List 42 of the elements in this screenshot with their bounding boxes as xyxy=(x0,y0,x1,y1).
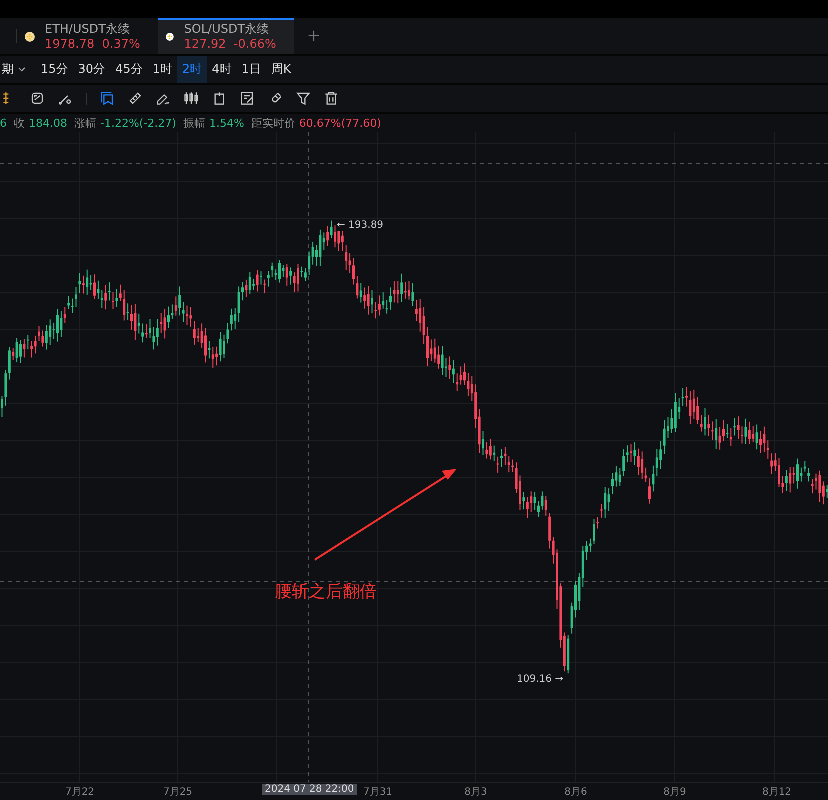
coin-icon xyxy=(25,32,35,42)
info-label: 距实时价 xyxy=(251,116,296,130)
period-dropdown[interactable]: 期 xyxy=(2,61,26,78)
trash-tool-icon[interactable] xyxy=(324,91,339,106)
interval-tab[interactable]: 30分 xyxy=(73,56,111,83)
date-label: 7月22 xyxy=(64,786,96,799)
interval-tab[interactable]: 45分 xyxy=(110,56,148,83)
annotation-text: 腰斩之后翻倍 xyxy=(275,581,377,603)
high-price-label: ← 193.89 xyxy=(336,220,385,231)
low-price-label: 109.16 → xyxy=(517,674,564,685)
date-label: 8月6 xyxy=(564,786,588,799)
crosshair-time-label: 2024 07 28 22:00 xyxy=(262,784,358,795)
date-label: 7月31 xyxy=(362,786,394,799)
date-label: 8月9 xyxy=(662,786,688,799)
date-label: 8月12 xyxy=(761,786,793,799)
date-label: 7月25 xyxy=(162,786,194,799)
symbol-tab[interactable]: ETH/USDT永续 1978.78 0.37% xyxy=(17,18,158,54)
info-label: 收 xyxy=(14,116,25,130)
interval-tab[interactable]: 2时 xyxy=(177,56,208,83)
info-label: 振幅 xyxy=(183,116,206,130)
interval-tab[interactable]: 15分 xyxy=(36,56,74,83)
info-label: 涨幅 xyxy=(74,116,96,130)
candles-tool-icon[interactable] xyxy=(184,91,199,106)
date-label: 8月3 xyxy=(464,786,488,799)
interval-tab[interactable]: 1时 xyxy=(148,56,178,83)
info-value: -1.22%(-2.27) xyxy=(100,116,176,130)
swap-tool-icon[interactable] xyxy=(30,91,45,106)
corner-tool-icon[interactable] xyxy=(100,91,115,106)
info-value: 184.08 xyxy=(29,116,68,130)
info-value: 6 xyxy=(0,116,7,130)
box-tool-icon[interactable] xyxy=(212,91,227,106)
interval-tab[interactable]: 4时 xyxy=(207,56,237,83)
ruler-tool-icon[interactable] xyxy=(128,91,143,106)
info-value: 60.67%(77.60) xyxy=(299,116,382,130)
info-value: 1.54% xyxy=(209,116,244,130)
interval-tab[interactable]: 周K xyxy=(266,56,296,83)
caret-icon xyxy=(18,66,26,72)
add-icon[interactable] xyxy=(308,30,320,42)
symbol-tab[interactable]: SOL/USDT永续 127.92 -0.66% xyxy=(158,18,294,54)
note-tool-icon[interactable] xyxy=(240,91,255,106)
interval-tab[interactable]: 1日 xyxy=(236,56,266,83)
filter-tool-icon[interactable] xyxy=(296,91,311,106)
